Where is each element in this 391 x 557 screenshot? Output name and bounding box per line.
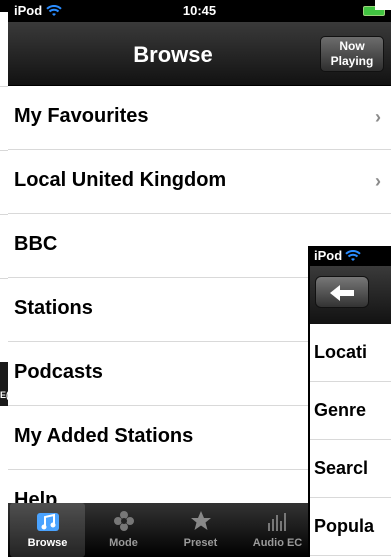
background-tab-fragment: E( [0, 362, 9, 406]
tab-preset[interactable]: Preset [163, 503, 238, 557]
list-item[interactable]: Searcl [310, 440, 391, 498]
background-status-strip [0, 0, 8, 12]
list-item-label: My Favourites [14, 105, 149, 127]
tab-label: Preset [183, 537, 218, 549]
page-title: Browse [133, 42, 213, 67]
tab-label: Browse [27, 537, 68, 549]
background-divider-mark [266, 0, 268, 10]
list-item-label: My Added Stations [14, 425, 194, 447]
list-item-label: Genre [314, 400, 367, 420]
star-icon [163, 503, 238, 537]
tab-audio-eq[interactable]: Audio EC [240, 503, 315, 557]
list-item-label: Podcasts [14, 361, 103, 383]
now-playing-line-1: Now [339, 39, 365, 53]
back-button[interactable] [315, 276, 369, 308]
tab-label: Audio EC [252, 537, 303, 549]
background-divider [0, 86, 8, 87]
flower-icon [86, 503, 161, 537]
background-divider [0, 278, 8, 279]
list-item-label: Popula [314, 516, 375, 536]
background-divider [0, 214, 8, 215]
background-screen-left: E( [0, 0, 9, 557]
wifi-icon [345, 249, 361, 261]
secondary-carrier-group: iPod [314, 248, 361, 263]
chevron-right-icon: › [375, 107, 381, 127]
secondary-status-bar: iPod [310, 246, 391, 266]
secondary-navigation-bar [310, 266, 391, 324]
list-item-label: Locati [314, 342, 368, 362]
chevron-right-icon: › [375, 171, 381, 191]
now-playing-button[interactable]: Now Playing [320, 36, 384, 72]
navigation-bar: Browse Now Playing [8, 22, 391, 86]
secondary-screen: iPod Locati Genre Searcl Popula [308, 246, 391, 557]
background-edge [375, 0, 391, 10]
list-item[interactable]: Genre [310, 382, 391, 440]
tab-mode[interactable]: Mode [86, 503, 161, 557]
status-bar: iPod 10:45 [8, 0, 391, 22]
tab-browse[interactable]: Browse [10, 503, 85, 557]
list-item-label: Stations [14, 297, 93, 319]
music-note-icon [10, 503, 85, 537]
secondary-carrier-label: iPod [314, 248, 343, 263]
list-item-label: BBC [14, 233, 58, 255]
list-item-my-favourites[interactable]: My Favourites › [8, 86, 391, 150]
secondary-list: Locati Genre Searcl Popula [310, 324, 391, 556]
list-item[interactable]: Locati [310, 324, 391, 382]
background-divider [0, 150, 8, 151]
list-item[interactable]: Popula [310, 498, 391, 556]
now-playing-line-2: Playing [330, 54, 374, 68]
list-item-label: Searcl [314, 458, 369, 478]
screenshot-stage: E( iPod 10:45 Browse Now Playing My Favo… [0, 0, 391, 557]
list-item-local-united-kingdom[interactable]: Local United Kingdom › [8, 150, 391, 214]
equalizer-icon [240, 503, 315, 537]
arrow-left-icon [330, 285, 354, 301]
tab-label: Mode [109, 537, 138, 549]
list-item-label: Local United Kingdom [14, 169, 227, 191]
status-time: 10:45 [182, 3, 217, 18]
